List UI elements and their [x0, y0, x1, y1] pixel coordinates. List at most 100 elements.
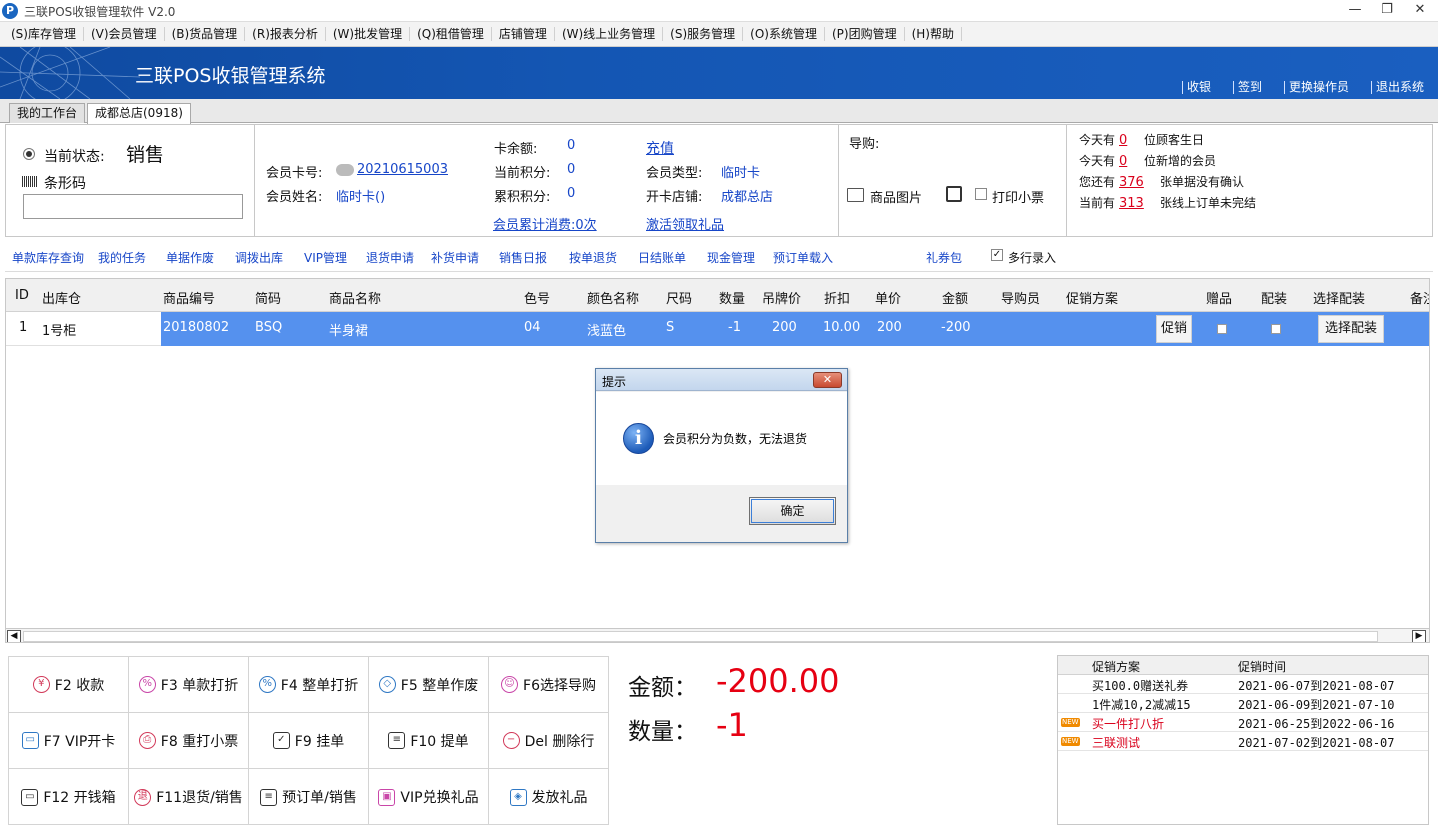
tablet-icon: ▭	[21, 788, 39, 806]
tool-void-bill[interactable]: 单据作废	[166, 249, 214, 266]
product-image-label[interactable]: 商品图片	[870, 187, 922, 206]
dialog-title: 提示	[602, 375, 627, 389]
f10-retrieve-order-button[interactable]: ≡ F10 提单	[369, 713, 489, 769]
list-item[interactable]: NEW 买一件打八折 2021-06-25到2022-06-16	[1058, 713, 1428, 732]
f11-return-sale-button[interactable]: 退 F11退货/销售	[129, 769, 249, 825]
status-radio[interactable]	[23, 148, 35, 160]
f2-checkout-button[interactable]: ¥ F2 收款	[9, 657, 129, 713]
tool-daily-sales[interactable]: 销售日报	[499, 249, 547, 266]
points-label: 当前积分:	[494, 166, 551, 181]
select-bundle-button[interactable]: 选择配装	[1318, 315, 1384, 343]
f4-order-discount-button[interactable]: % F4 整单打折	[249, 657, 369, 713]
dialog-ok-button[interactable]: 确定	[749, 497, 836, 525]
menu-goods[interactable]: (B)货品管理	[165, 27, 246, 41]
dialog-title-bar: 提示 ✕	[596, 369, 847, 391]
cell-tag-price: 200	[772, 320, 797, 335]
unconfirmed-count-link[interactable]: 376	[1115, 173, 1160, 193]
menu-online[interactable]: (W)线上业务管理	[555, 27, 664, 41]
table-row[interactable]: 1 1号柜 20180802 BSQ 半身裙 04 浅蓝色 S -1 200 1…	[6, 312, 1429, 346]
menu-wholesale[interactable]: (W)批发管理	[326, 27, 411, 41]
title-bar: P 三联POS收银管理软件 V2.0 — ❐ ✕	[0, 0, 1438, 22]
list-item[interactable]: 买100.0赠送礼券 2021-06-07到2021-08-07	[1058, 675, 1428, 694]
f8-reprint-button[interactable]: ⎙ F8 重打小票	[129, 713, 249, 769]
list-item[interactable]: NEW 三联测试 2021-07-02到2021-08-07	[1058, 732, 1428, 751]
member-type-label: 会员类型:	[646, 166, 703, 181]
scroll-right-icon[interactable]: ▶	[1412, 630, 1426, 642]
card-icon: ▭	[21, 732, 39, 749]
del-delete-row-button[interactable]: − Del 删除行	[489, 713, 608, 769]
barcode-input[interactable]	[23, 194, 243, 219]
exit-system-link[interactable]: 退出系统	[1370, 81, 1424, 94]
tool-restock-request[interactable]: 补货申请	[431, 249, 479, 266]
f5-void-order-button[interactable]: ◇ F5 整单作废	[369, 657, 489, 713]
menu-member[interactable]: (V)会员管理	[84, 27, 165, 41]
recharge-link[interactable]: 充值	[646, 138, 674, 158]
birthday-count-link[interactable]: 0	[1115, 131, 1144, 151]
menu-help[interactable]: (H)帮助	[905, 27, 962, 41]
cashier-link[interactable]: 收银	[1181, 81, 1211, 94]
list-item[interactable]: 1件减10,2减减15 2021-06-09到2021-07-10	[1058, 694, 1428, 713]
scroll-left-icon[interactable]: ◀	[7, 630, 21, 642]
col-name: 商品名称	[329, 292, 382, 307]
close-window-button[interactable]: ✕	[1408, 1, 1432, 19]
dialog-close-button[interactable]: ✕	[813, 372, 842, 388]
menu-system[interactable]: (O)系统管理	[743, 27, 825, 41]
cell-color-no: 04	[524, 320, 541, 335]
switch-operator-link[interactable]: 更换操作员	[1283, 81, 1349, 94]
tool-preorder-load[interactable]: 预订单载入	[773, 249, 833, 266]
tool-cash-manage[interactable]: 现金管理	[707, 249, 755, 266]
new-member-count-link[interactable]: 0	[1115, 152, 1144, 172]
card-no-link[interactable]: 20210615003	[357, 162, 448, 177]
f7-vip-card-button[interactable]: ▭ F7 VIP开卡	[9, 713, 129, 769]
online-order-count-link[interactable]: 313	[1115, 194, 1160, 214]
percent-icon: %	[138, 676, 156, 693]
menu-service[interactable]: (S)服务管理	[663, 27, 744, 41]
tool-stock-query[interactable]: 单款库存查询	[12, 249, 84, 266]
issue-gift-button[interactable]: ◈ 发放礼品	[489, 769, 608, 825]
f9-hold-order-button[interactable]: ✓ F9 挂单	[249, 713, 369, 769]
tool-return-by-bill[interactable]: 按单退货	[569, 249, 617, 266]
wechat-icon	[336, 164, 354, 176]
print-receipt-label: 打印小票	[992, 191, 1045, 206]
guide-label: 导购:	[849, 137, 880, 152]
menu-inventory[interactable]: (S)库存管理	[4, 27, 84, 41]
horizontal-scrollbar[interactable]: ◀ ▶	[6, 628, 1429, 642]
minimize-button[interactable]: —	[1343, 1, 1367, 19]
menu-store[interactable]: 店铺管理	[492, 27, 555, 41]
gift-activate-link[interactable]: 激活领取礼品	[646, 214, 724, 233]
tool-coupon-package[interactable]: 礼券包	[926, 249, 962, 266]
tool-my-tasks[interactable]: 我的任务	[98, 249, 146, 266]
vip-gift-exchange-button[interactable]: ▣ VIP兑换礼品	[369, 769, 489, 825]
promotion-button[interactable]: 促销	[1156, 315, 1192, 343]
card-no-label: 会员卡号:	[266, 166, 323, 181]
menu-rental[interactable]: (Q)租借管理	[410, 27, 492, 41]
tool-transfer-out[interactable]: 调拨出库	[235, 249, 283, 266]
tab-workbench[interactable]: 我的工作台	[9, 103, 86, 123]
f3-item-discount-button[interactable]: % F3 单款打折	[129, 657, 249, 713]
tool-daily-close[interactable]: 日结账单	[638, 249, 686, 266]
cell-color-name: 浅蓝色	[587, 324, 627, 339]
f6-select-guide-button[interactable]: ☺ F6选择导购	[489, 657, 608, 713]
menu-group-buy[interactable]: (P)团购管理	[825, 27, 905, 41]
document-icon: ≡	[388, 732, 406, 749]
f12-cash-drawer-button[interactable]: ▭ F12 开钱箱	[9, 769, 129, 825]
tool-return-request[interactable]: 退货申请	[366, 249, 414, 266]
restore-button[interactable]: ❐	[1375, 1, 1399, 19]
scroll-thumb[interactable]	[23, 631, 1378, 642]
menu-bar: (S)库存管理 (V)会员管理 (B)货品管理 (R)报表分析 (W)批发管理 …	[0, 22, 1438, 47]
printer-icon[interactable]	[946, 186, 962, 202]
tool-vip-manage[interactable]: VIP管理	[304, 249, 347, 266]
preorder-sale-button[interactable]: ≡ 预订单/销售	[249, 769, 369, 825]
tab-chengdu-store[interactable]: 成都总店(0918)	[87, 103, 191, 124]
check-in-link[interactable]: 签到	[1232, 81, 1262, 94]
multi-row-checkbox[interactable]: ✓	[991, 249, 1003, 261]
member-name-label: 会员姓名:	[266, 190, 323, 205]
print-receipt-checkbox[interactable]	[975, 188, 987, 200]
cell-name: 半身裙	[329, 324, 369, 339]
open-store-label: 开卡店铺:	[646, 190, 703, 205]
consume-history-link[interactable]: 会员累计消费:0次	[493, 214, 597, 233]
promo-name: 买一件打八折	[1092, 717, 1165, 731]
gift-checkbox[interactable]	[1217, 324, 1227, 334]
menu-reports[interactable]: (R)报表分析	[245, 27, 326, 41]
bundle-checkbox[interactable]	[1271, 324, 1281, 334]
